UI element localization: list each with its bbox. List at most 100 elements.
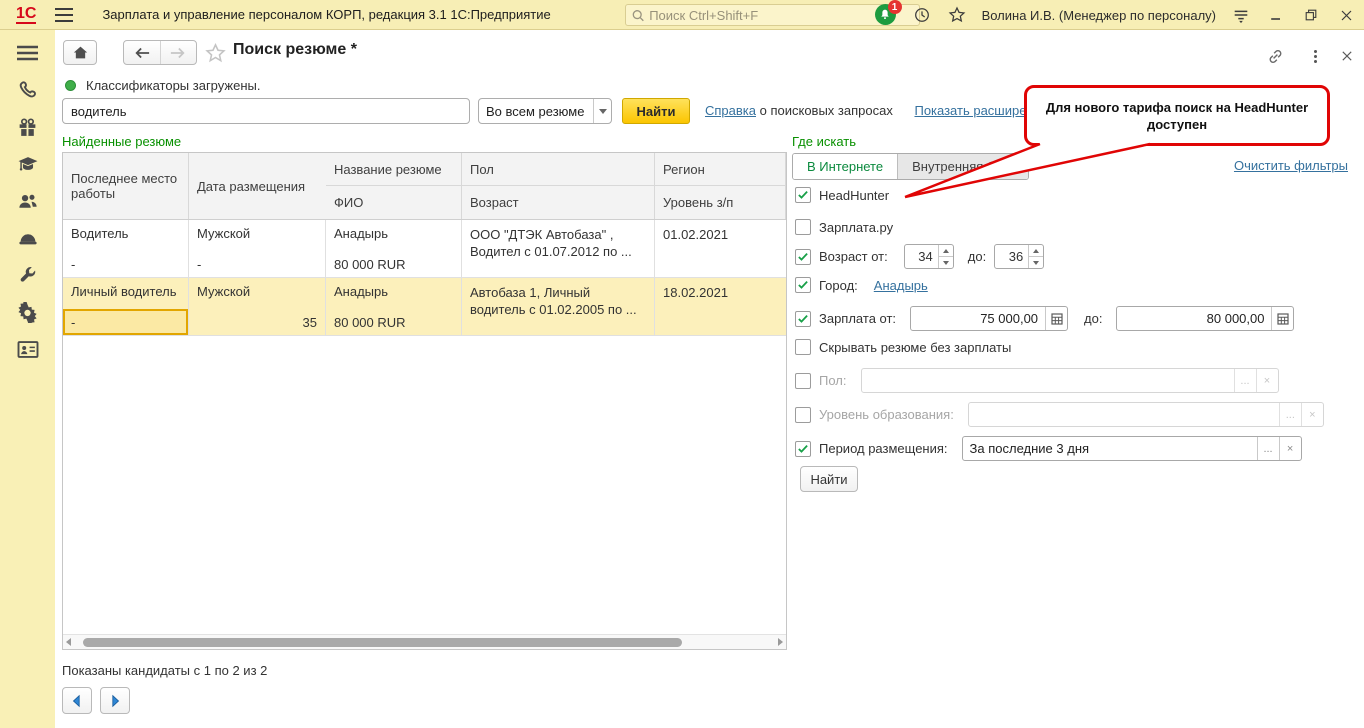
scroll-right-icon[interactable] xyxy=(778,638,783,646)
tab-internet[interactable]: В Интернете xyxy=(793,154,897,179)
gear-icon[interactable] xyxy=(17,301,39,323)
age-to-stepper[interactable]: 36 xyxy=(994,244,1044,269)
cell-fio-focused[interactable]: - xyxy=(63,309,188,335)
history-icon[interactable] xyxy=(912,5,932,25)
city-checkbox-checked[interactable] xyxy=(795,277,811,293)
content-area: Поиск резюме * Классификаторы загружены.… xyxy=(55,30,1364,728)
filters-section-title: Где искать xyxy=(792,134,856,149)
restore-icon[interactable] xyxy=(1301,5,1321,25)
main-menu-icon[interactable] xyxy=(54,5,74,25)
stepper-arrows[interactable] xyxy=(938,245,953,268)
status-row: Классификаторы загружены. xyxy=(65,78,260,93)
gift-icon[interactable] xyxy=(17,116,39,138)
salary-from-field[interactable]: 75 000,00 xyxy=(910,306,1068,331)
help-link[interactable]: Справка xyxy=(705,103,756,118)
forward-button[interactable] xyxy=(160,41,197,64)
gender-label: Пол: xyxy=(819,373,847,388)
col-header-last-job[interactable]: Последнее место работы xyxy=(63,153,189,219)
col-header-date[interactable]: Дата размещения xyxy=(189,153,326,219)
prev-page-button[interactable] xyxy=(62,687,92,714)
more-menu-icon[interactable] xyxy=(1305,46,1325,66)
age-from-stepper[interactable]: 34 xyxy=(904,244,954,269)
status-text: Классификаторы загружены. xyxy=(86,78,260,93)
calculator-icon[interactable] xyxy=(1045,307,1067,330)
hide-no-salary-checkbox-unchecked[interactable] xyxy=(795,339,811,355)
chevron-down-icon[interactable] xyxy=(593,99,611,123)
home-button[interactable] xyxy=(63,40,97,65)
calculator-icon[interactable] xyxy=(1271,307,1293,330)
graduation-cap-icon[interactable] xyxy=(17,153,39,175)
filter-headhunter: HeadHunter xyxy=(795,187,889,203)
panels-icon[interactable] xyxy=(1231,5,1251,25)
period-field[interactable]: За последние 3 дня ... × xyxy=(962,436,1302,461)
filter-zarplata: Зарплата.ру xyxy=(795,219,893,235)
salary-from-value: 75 000,00 xyxy=(911,311,1045,326)
horizontal-scrollbar[interactable] xyxy=(63,634,786,649)
current-user[interactable]: Волина И.В. (Менеджер по персоналу) xyxy=(982,8,1216,23)
headhunter-checkbox-checked[interactable] xyxy=(795,187,811,203)
period-checkbox-checked[interactable] xyxy=(795,441,811,457)
gender-field[interactable]: ... × xyxy=(861,368,1279,393)
titlebar-right: 1 Волина И.В. (Менеджер по персоналу) xyxy=(875,0,1356,30)
scroll-left-icon[interactable] xyxy=(66,638,71,646)
back-button[interactable] xyxy=(124,41,160,64)
wrench-icon[interactable] xyxy=(17,264,39,286)
clear-filters-link[interactable]: Очистить фильтры xyxy=(1234,158,1348,173)
close-form-icon[interactable] xyxy=(1337,46,1357,66)
stepper-arrows[interactable] xyxy=(1028,245,1043,268)
cell-last-job: ООО "ДТЭК Автобаза" , Водител с 01.07.20… xyxy=(462,220,654,266)
status-ok-icon xyxy=(65,80,76,91)
global-search-input[interactable] xyxy=(649,8,913,23)
tab-internal-base[interactable]: Внутренняя база xyxy=(897,154,1028,179)
col-header-age[interactable]: Возраст xyxy=(462,186,655,219)
notifications-button[interactable]: 1 xyxy=(875,4,897,26)
find-button-main[interactable]: Найти xyxy=(622,98,690,124)
cell-gender: Мужской xyxy=(189,278,325,299)
minimize-icon[interactable] xyxy=(1266,5,1286,25)
salary-checkbox-checked[interactable] xyxy=(795,311,811,327)
col-header-fio[interactable]: ФИО xyxy=(326,186,462,219)
resume-search-input[interactable] xyxy=(62,98,470,124)
find-button-filters[interactable]: Найти xyxy=(800,466,858,492)
clear-field-icon[interactable]: × xyxy=(1256,369,1278,392)
table-row[interactable]: Водитель - Мужской - Анадырь 80 000 RUR … xyxy=(63,220,786,278)
col-header-gender[interactable]: Пол xyxy=(462,153,655,186)
next-page-button[interactable] xyxy=(100,687,130,714)
city-value-link[interactable]: Анадырь xyxy=(874,278,928,293)
choose-button[interactable]: ... xyxy=(1257,437,1279,460)
cell-title: Личный водитель xyxy=(63,278,188,299)
gender-checkbox-unchecked[interactable] xyxy=(795,373,811,389)
filter-salary: Зарплата от: 75 000,00 до: 80 000,00 xyxy=(795,306,1294,331)
salary-to-field[interactable]: 80 000,00 xyxy=(1116,306,1294,331)
scrollbar-thumb[interactable] xyxy=(83,638,682,647)
close-window-icon[interactable] xyxy=(1336,5,1356,25)
age-checkbox-checked[interactable] xyxy=(795,249,811,265)
cell-gender: Мужской xyxy=(189,220,325,241)
choose-button[interactable]: ... xyxy=(1234,369,1256,392)
favorite-star-icon[interactable] xyxy=(205,43,226,67)
app-window: 1С Зарплата и управление персоналом КОРП… xyxy=(0,0,1364,728)
education-field[interactable]: ... × xyxy=(968,402,1324,427)
zarplata-checkbox-unchecked[interactable] xyxy=(795,219,811,235)
users-icon[interactable] xyxy=(17,190,39,212)
clear-field-icon[interactable]: × xyxy=(1279,437,1301,460)
filter-gender: Пол: ... × xyxy=(795,368,1279,393)
salary-label: Зарплата от: xyxy=(819,311,896,326)
id-card-icon[interactable] xyxy=(17,338,39,360)
table-row-selected[interactable]: Личный водитель - Мужской 35 Анадырь 80 … xyxy=(63,278,786,336)
sections-menu-icon[interactable] xyxy=(17,42,39,64)
search-scope-dropdown[interactable]: Во всем резюме xyxy=(478,98,612,124)
clear-field-icon[interactable]: × xyxy=(1301,403,1323,426)
education-checkbox-unchecked[interactable] xyxy=(795,407,811,423)
choose-button[interactable]: ... xyxy=(1279,403,1301,426)
hard-hat-icon[interactable] xyxy=(17,227,39,249)
get-link-icon[interactable] xyxy=(1265,46,1285,66)
phone-icon[interactable] xyxy=(17,79,39,101)
city-label: Город: xyxy=(819,278,858,293)
col-header-region[interactable]: Регион xyxy=(655,153,786,186)
col-header-title[interactable]: Название резюме xyxy=(326,153,462,186)
scrollbar-track[interactable] xyxy=(76,638,773,647)
favorites-star-icon[interactable] xyxy=(947,5,967,25)
advanced-search-link[interactable]: Показать расширен xyxy=(914,103,1033,118)
col-header-salary[interactable]: Уровень з/п xyxy=(655,186,786,219)
